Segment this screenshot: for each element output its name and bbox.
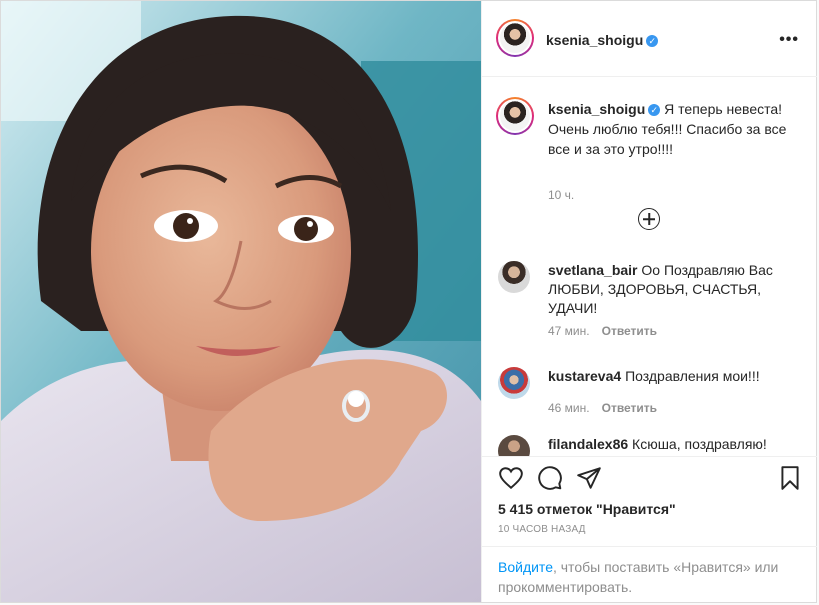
reply-button[interactable]: Ответить bbox=[602, 401, 657, 415]
post-header: ksenia_shoigu ✓ ••• bbox=[482, 1, 817, 77]
commenter-username[interactable]: svetlana_bair bbox=[548, 262, 638, 278]
comment-icon[interactable] bbox=[537, 465, 563, 491]
posted-time[interactable]: 10 ЧАСОВ НАЗАД bbox=[498, 524, 586, 535]
comment-body: filandalex86 Ксюша, поздравляю! bbox=[548, 435, 793, 454]
likes-count[interactable]: 5 415 отметок "Нравится" bbox=[498, 501, 676, 517]
post-side-panel: ksenia_shoigu ✓ ••• ksenia_shoigu ✓ Я тепе… bbox=[481, 1, 817, 602]
bookmark-icon[interactable] bbox=[777, 465, 803, 491]
caption-body: ksenia_shoigu ✓ Я теперь невеста! Очень л… bbox=[548, 99, 800, 159]
reply-button[interactable]: Ответить bbox=[602, 324, 657, 338]
author-username[interactable]: ksenia_shoigu bbox=[546, 32, 643, 48]
comment-time[interactable]: 46 мин. bbox=[548, 401, 590, 415]
commenter-avatar[interactable] bbox=[498, 261, 530, 293]
comment-body: svetlana_bair Оо Поздравляю Вас ЛЮБВИ, З… bbox=[548, 261, 793, 318]
comment-meta: 47 мин. Ответить bbox=[548, 324, 657, 338]
author-avatar[interactable] bbox=[496, 19, 534, 57]
commenter-avatar[interactable] bbox=[498, 367, 530, 399]
commenter-username[interactable]: kustareva4 bbox=[548, 368, 621, 384]
heart-icon[interactable] bbox=[498, 465, 524, 491]
comment-text: Поздравления мои!!! bbox=[625, 368, 760, 384]
selfie-image bbox=[1, 1, 481, 602]
caption-author-avatar[interactable] bbox=[496, 97, 534, 135]
post-photo[interactable] bbox=[1, 1, 481, 602]
comment-body: kustareva4 Поздравления мои!!! bbox=[548, 367, 793, 386]
verified-badge-icon: ✓ bbox=[648, 104, 661, 116]
caption-username[interactable]: ksenia_shoigu bbox=[548, 101, 645, 117]
commenter-username[interactable]: filandalex86 bbox=[548, 436, 628, 452]
comments-list[interactable]: ksenia_shoigu ✓ Я теперь невеста! Очень л… bbox=[482, 78, 817, 456]
caption-time[interactable]: 10 ч. bbox=[548, 188, 574, 202]
login-prompt: Войдите, чтобы поставить «Нравится» или … bbox=[482, 546, 817, 602]
comment-meta: 46 мин. Ответить bbox=[548, 401, 657, 415]
login-link[interactable]: Войдите bbox=[498, 559, 553, 575]
verified-badge-icon: ✓ bbox=[646, 35, 659, 47]
author-username-link[interactable]: ksenia_shoigu ✓ bbox=[546, 32, 659, 48]
share-icon[interactable] bbox=[576, 465, 602, 491]
comment-time[interactable]: 47 мин. bbox=[548, 324, 590, 338]
more-options-icon[interactable]: ••• bbox=[779, 31, 799, 49]
comment-text: Ксюша, поздравляю! bbox=[632, 436, 767, 452]
post-actions: 5 415 отметок "Нравится" 10 ЧАСОВ НАЗАД bbox=[482, 456, 817, 546]
load-more-comments-icon[interactable] bbox=[638, 208, 660, 230]
post-card: ksenia_shoigu ✓ ••• ksenia_shoigu ✓ Я тепе… bbox=[0, 0, 817, 603]
commenter-avatar[interactable] bbox=[498, 435, 530, 456]
